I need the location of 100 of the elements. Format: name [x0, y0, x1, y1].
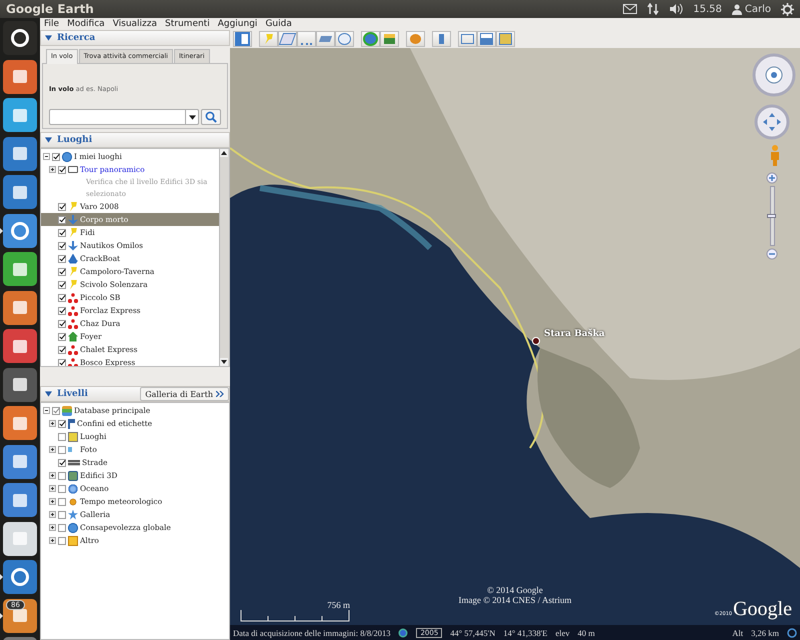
expander-icon[interactable] [49, 446, 56, 453]
expander-icon[interactable] [49, 485, 56, 492]
panel-header[interactable]: Luoghi [57, 135, 92, 145]
checkbox[interactable] [58, 332, 66, 340]
checkbox[interactable] [58, 524, 66, 532]
settings-app-icon[interactable] [3, 329, 37, 363]
clock-text[interactable]: 15.58 [693, 4, 722, 14]
menu-item[interactable]: Aggiungi [218, 19, 258, 29]
checkbox[interactable] [58, 536, 66, 544]
checkbox[interactable] [58, 242, 66, 250]
ruler-icon[interactable] [432, 31, 451, 47]
sunrise-icon[interactable] [380, 31, 399, 47]
planet-icon[interactable] [406, 31, 425, 47]
map-icon[interactable] [496, 31, 515, 47]
collapse-icon[interactable] [45, 35, 52, 41]
longitude-text: 14° 41,338'E [503, 628, 548, 638]
music-app-icon[interactable] [3, 522, 37, 556]
mail-icon[interactable] [623, 4, 638, 14]
checkbox[interactable] [58, 358, 66, 366]
gallery-button[interactable]: Galleria di Earth [140, 387, 229, 401]
spreadsheet-app-icon[interactable] [3, 252, 37, 286]
scroll-up-icon[interactable] [220, 149, 228, 157]
checkbox[interactable] [58, 446, 66, 454]
presentation-app-icon[interactable] [3, 290, 37, 324]
clock-icon[interactable] [361, 31, 380, 47]
checkbox[interactable] [58, 320, 66, 328]
checkbox[interactable] [58, 254, 66, 262]
checkbox[interactable] [58, 510, 66, 518]
collapse-icon[interactable] [45, 391, 52, 397]
dash-icon[interactable] [3, 21, 37, 55]
expander-icon[interactable] [49, 472, 56, 479]
folder-app-icon[interactable] [3, 60, 37, 94]
search-button[interactable] [201, 109, 221, 125]
panel-header[interactable]: Livelli [57, 389, 88, 399]
menu-item[interactable]: Strumenti [165, 19, 210, 29]
checkbox[interactable] [58, 346, 66, 354]
print-icon[interactable] [477, 31, 496, 47]
user-name[interactable]: Carlo [744, 4, 771, 14]
volume-icon[interactable] [669, 3, 684, 15]
square-icon [68, 432, 78, 442]
mail-app-icon[interactable] [3, 483, 37, 517]
place-marker-icon[interactable] [532, 337, 540, 345]
expander-icon[interactable] [49, 166, 56, 173]
checkbox[interactable] [58, 166, 66, 174]
checkbox[interactable] [58, 306, 66, 314]
sailboat-icon [68, 254, 78, 264]
checkbox[interactable] [58, 216, 66, 224]
dropdown-caret-icon[interactable] [188, 114, 196, 120]
checkbox[interactable] [58, 268, 66, 276]
globe-app-icon[interactable] [3, 560, 37, 594]
document-app-icon[interactable] [3, 175, 37, 209]
menu-item[interactable]: Visualizza [112, 19, 158, 29]
chat-app-icon[interactable] [3, 98, 37, 132]
path-icon[interactable] [297, 31, 316, 47]
expander-icon[interactable] [43, 407, 50, 414]
scroll-down-icon[interactable] [220, 358, 228, 366]
panel-header[interactable]: Ricerca [57, 33, 96, 43]
overlay-icon[interactable] [316, 31, 335, 47]
collapse-icon[interactable] [45, 137, 52, 143]
checkbox[interactable] [58, 294, 66, 302]
checkbox[interactable] [58, 228, 66, 236]
checkbox[interactable] [52, 152, 60, 160]
altitude-label: Alt [732, 628, 744, 638]
expander-icon[interactable] [49, 498, 56, 505]
layers-icon [62, 406, 72, 416]
expander-icon[interactable] [49, 420, 56, 427]
email-icon[interactable] [458, 31, 477, 47]
scrollbar[interactable] [219, 149, 229, 366]
expander-icon[interactable] [43, 153, 50, 160]
satellite-map[interactable] [230, 48, 800, 625]
checkbox[interactable] [58, 498, 66, 506]
document-app-icon[interactable] [3, 136, 37, 170]
checkbox[interactable] [58, 202, 66, 210]
menu-item[interactable]: Guida [265, 19, 292, 29]
user-icon [732, 4, 742, 14]
zoom-slider-thumb[interactable] [766, 214, 776, 218]
camera-app-icon[interactable] [3, 444, 37, 478]
checkbox[interactable] [58, 432, 66, 440]
expander-icon[interactable] [49, 511, 56, 518]
browser-app-icon[interactable] [3, 214, 37, 248]
expander-icon[interactable] [49, 524, 56, 531]
checkbox[interactable] [58, 420, 66, 428]
shopping-bag-app-icon[interactable] [3, 406, 37, 440]
zoom-slider[interactable] [770, 186, 774, 246]
search-field[interactable] [49, 109, 199, 125]
menu-item[interactable]: File [44, 19, 60, 29]
menu-item[interactable]: Modifica [67, 19, 105, 29]
checkbox[interactable] [58, 280, 66, 288]
checkbox[interactable] [52, 406, 60, 414]
terminal-app-icon[interactable] [3, 368, 37, 402]
polygon-icon[interactable] [278, 31, 297, 47]
checkbox[interactable] [58, 472, 66, 480]
expander-icon[interactable] [49, 537, 56, 544]
settings-icon[interactable] [781, 2, 794, 16]
sidebar-icon[interactable] [233, 31, 252, 47]
checkbox[interactable] [58, 458, 66, 466]
tour-icon[interactable] [335, 31, 354, 47]
network-icon[interactable] [647, 3, 660, 15]
checkbox[interactable] [58, 484, 66, 492]
clock-icon[interactable] [398, 628, 408, 638]
